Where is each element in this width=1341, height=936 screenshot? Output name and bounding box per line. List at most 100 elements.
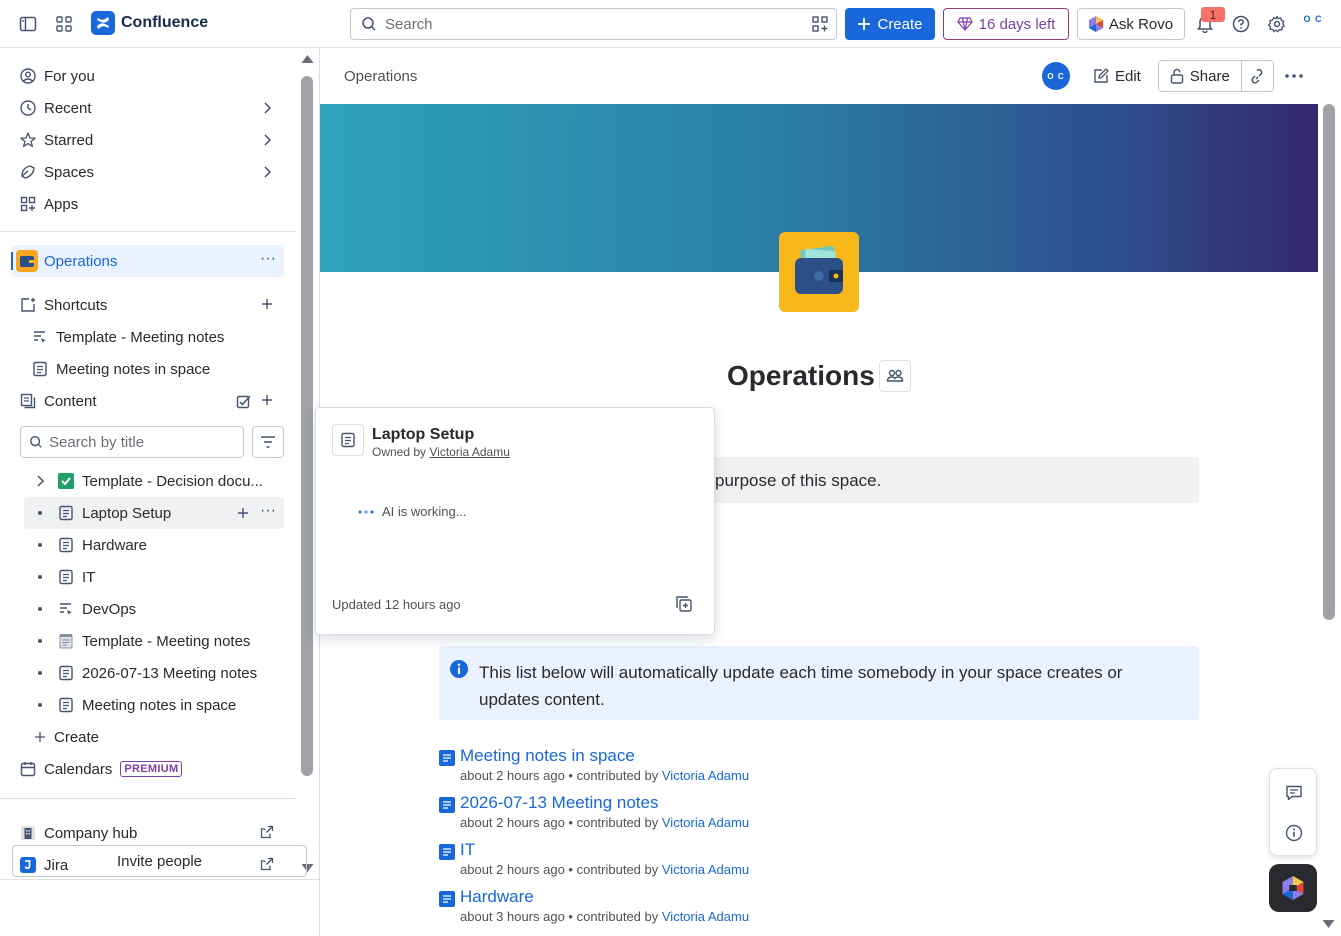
invite-people-button[interactable]: Invite people [12, 845, 307, 877]
filter-button[interactable] [252, 426, 284, 458]
shortcut-icon [20, 297, 36, 313]
search-input[interactable] [385, 15, 785, 33]
space-members-button[interactable] [879, 360, 911, 392]
sidebar-item-calendars[interactable]: Calendars PREMIUM [12, 753, 284, 785]
rovo-icon [1088, 16, 1103, 32]
search-by-title[interactable] [20, 426, 244, 458]
more-actions-icon[interactable]: ··· [260, 502, 276, 520]
more-actions-icon[interactable]: ··· [260, 250, 276, 268]
create-button[interactable]: Create [845, 8, 935, 40]
tree-item[interactable]: DevOps [24, 593, 284, 625]
sidebar-toggle-icon[interactable] [16, 12, 40, 36]
page-icon [58, 505, 74, 521]
content-link[interactable]: Meeting notes in space [460, 746, 635, 766]
hover-card-title[interactable]: Laptop Setup [372, 426, 474, 444]
create-content-button[interactable]: Create [24, 721, 284, 753]
people-icon [886, 369, 904, 382]
checklist-icon[interactable] [236, 393, 252, 409]
spaces-icon [20, 164, 36, 180]
sidebar-item-spaces[interactable]: Spaces [12, 156, 284, 188]
owner-link[interactable]: Victoria Adamu [429, 445, 510, 459]
bullet [38, 607, 42, 611]
sidebar-item-apps[interactable]: Apps [12, 188, 284, 220]
sidebar-item-for-you[interactable]: For you [12, 60, 284, 92]
page-icon [58, 697, 74, 713]
add-child-icon[interactable] [236, 506, 250, 520]
trial-label: 16 days left [978, 15, 1056, 33]
settings-gear-icon[interactable] [1265, 12, 1289, 36]
content-meta: about 2 hours ago • contributed by Victo… [460, 862, 749, 877]
page-hover-card: Laptop Setup Owned by Victoria Adamu AI … [315, 407, 715, 635]
sidebar-item-label: Spaces [44, 163, 95, 181]
tree-item[interactable]: 2026-07-13 Meeting notes [24, 657, 284, 689]
rovo-chat-button[interactable] [1269, 864, 1317, 912]
wallet-emoji-icon[interactable] [779, 232, 859, 312]
scroll-up-arrow-icon[interactable] [301, 54, 314, 64]
search-bar[interactable] [350, 8, 837, 40]
ask-rovo-button[interactable]: Ask Rovo [1077, 8, 1185, 40]
add-content-icon[interactable] [260, 393, 274, 407]
profile-avatar[interactable]: O C [1300, 14, 1326, 34]
sidebar-item-operations-space[interactable]: Operations ··· [11, 245, 284, 277]
top-bar: Confluence Create 16 days left Ask Rovo … [0, 0, 1341, 48]
apps-grid-icon [20, 196, 36, 212]
copy-icon[interactable] [675, 595, 693, 613]
list-item: Hardware about 3 hours ago • contributed… [439, 887, 1039, 927]
page-title: Operations [727, 360, 875, 391]
tree-item[interactable]: IT [24, 561, 284, 593]
sidebar-scrollbar[interactable] [301, 76, 313, 776]
tree-item[interactable]: Hardware [24, 529, 284, 561]
search-by-title-input[interactable] [49, 433, 239, 451]
content-link[interactable]: 2026-07-13 Meeting notes [460, 793, 658, 813]
page-scrollbar[interactable] [1323, 104, 1335, 620]
more-options-icon[interactable] [1282, 64, 1306, 88]
content-link[interactable]: IT [460, 840, 475, 860]
page-icon [439, 750, 455, 766]
shortcut-item[interactable]: Template - Meeting notes [12, 321, 284, 353]
help-icon[interactable] [1229, 12, 1253, 36]
copy-link-button[interactable] [1242, 61, 1273, 91]
confluence-logo[interactable]: Confluence [91, 11, 208, 35]
search-icon [30, 436, 42, 448]
sidebar-item-label: Meeting notes in space [56, 360, 211, 378]
share-group: Share [1158, 60, 1274, 92]
sidebar-item-shortcuts[interactable]: Shortcuts [12, 289, 284, 321]
bullet [38, 543, 42, 547]
tree-item-selected[interactable]: Laptop Setup ··· [24, 497, 284, 529]
comment-icon[interactable] [1285, 784, 1303, 802]
add-shortcut-icon[interactable] [260, 297, 274, 311]
info-outline-icon[interactable] [1285, 824, 1303, 842]
contributor-link[interactable]: Victoria Adamu [662, 768, 749, 783]
create-label: Create [54, 728, 100, 746]
chevron-right-icon[interactable] [32, 474, 48, 488]
bullet [38, 575, 42, 579]
template-icon [32, 329, 48, 345]
search-filter-icon[interactable] [812, 16, 828, 32]
tree-item[interactable]: Meeting notes in space [24, 689, 284, 721]
edit-button[interactable]: Edit [1085, 60, 1149, 92]
sidebar-item-starred[interactable]: Starred [12, 124, 284, 156]
tree-item-label: Template - Meeting notes [82, 632, 251, 650]
sidebar-item-content[interactable]: Content [12, 385, 284, 417]
tree-item[interactable]: Template - Decision docu... [24, 465, 284, 497]
trial-button[interactable]: 16 days left [943, 8, 1069, 40]
tree-item[interactable]: Template - Meeting notes [24, 625, 284, 657]
app-switcher-icon[interactable] [52, 12, 76, 36]
page-icon [439, 844, 455, 860]
external-link-icon [260, 825, 274, 839]
breadcrumb[interactable]: Operations [344, 68, 417, 85]
info-icon [450, 660, 468, 678]
building-icon [20, 825, 36, 841]
collaborator-avatar[interactable]: O C [1042, 62, 1070, 90]
shortcut-item[interactable]: Meeting notes in space [12, 353, 284, 385]
contributor-link[interactable]: Victoria Adamu [662, 862, 749, 877]
content-time: about 2 hours ago [460, 862, 565, 877]
share-button[interactable]: Share [1159, 61, 1242, 91]
scroll-down-arrow-icon[interactable] [1322, 919, 1335, 929]
content-link[interactable]: Hardware [460, 887, 534, 907]
content-meta: about 2 hours ago • contributed by Victo… [460, 815, 749, 830]
contributor-link[interactable]: Victoria Adamu [662, 909, 749, 924]
content-time: about 2 hours ago [460, 768, 565, 783]
contributor-link[interactable]: Victoria Adamu [662, 815, 749, 830]
sidebar-item-recent[interactable]: Recent [12, 92, 284, 124]
